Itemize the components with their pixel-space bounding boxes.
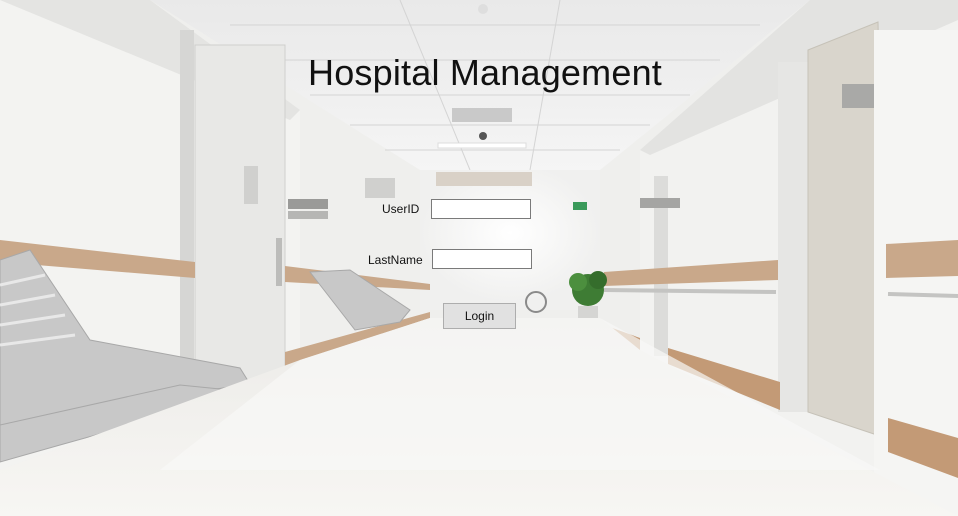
userid-input[interactable] [431,199,531,219]
userid-label: UserID [382,202,420,216]
lastname-label: LastName [368,253,423,267]
login-button[interactable]: Login [443,303,516,329]
lastname-input[interactable] [432,249,532,269]
app-title: Hospital Management [308,52,662,93]
